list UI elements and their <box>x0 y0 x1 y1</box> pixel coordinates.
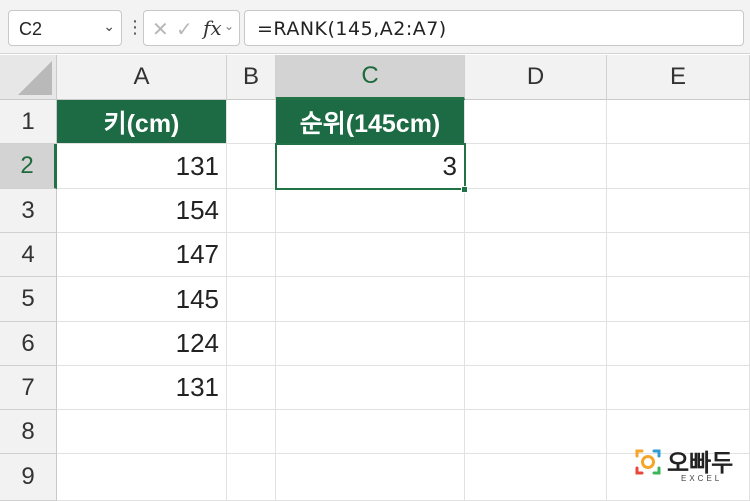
cell-a4[interactable]: 147 <box>57 233 227 277</box>
more-options-icon[interactable]: ⋮ <box>126 15 144 41</box>
cell-e7[interactable] <box>607 366 750 410</box>
row-header-9[interactable]: 9 <box>0 454 57 501</box>
cell-c4[interactable] <box>276 233 465 277</box>
cell-e3[interactable] <box>607 189 750 233</box>
row-header-2[interactable]: 2 <box>0 144 57 189</box>
cell-a1[interactable]: 키(cm) <box>57 100 227 144</box>
row-header-1[interactable]: 1 <box>0 100 57 144</box>
column-header-e[interactable]: E <box>607 55 750 100</box>
cell-b1[interactable] <box>227 100 276 144</box>
cell-b9[interactable] <box>227 454 276 501</box>
column-header-b[interactable]: B <box>227 55 276 100</box>
name-box-value: C2 <box>19 19 43 39</box>
cell-e1[interactable] <box>607 100 750 144</box>
logo-icon <box>635 449 661 475</box>
row-header-5[interactable]: 5 <box>0 277 57 322</box>
column-header-a[interactable]: A <box>57 55 227 100</box>
enter-check-icon[interactable]: ✓ <box>176 17 193 41</box>
cell-c9[interactable] <box>276 454 465 501</box>
column-header-c[interactable]: C <box>276 55 465 100</box>
cell-e6[interactable] <box>607 322 750 366</box>
cell-d8[interactable] <box>465 410 607 454</box>
name-box[interactable]: C2 ⌄ <box>8 10 122 46</box>
row-header-4[interactable]: 4 <box>0 233 57 277</box>
formula-text: =RANK(145,A2:A7) <box>257 18 447 40</box>
row-header-8[interactable]: 8 <box>0 410 57 454</box>
cell-c1[interactable]: 순위(145cm) <box>276 100 465 144</box>
formula-controls: ✕ ✓ fx ⌄ <box>143 10 240 46</box>
cell-a8[interactable] <box>57 410 227 454</box>
cell-b4[interactable] <box>227 233 276 277</box>
cell-a2[interactable]: 131 <box>57 144 227 189</box>
select-all-triangle-icon <box>18 61 52 95</box>
column-header-d[interactable]: D <box>465 55 607 100</box>
spreadsheet-grid: A B C D E 1 2 3 4 5 6 7 8 9 키(cm) 순위(145… <box>0 55 750 501</box>
logo-subtext: EXCEL <box>681 474 723 483</box>
brand-logo: 오빠두 EXCEL <box>633 443 743 493</box>
cell-b5[interactable] <box>227 277 276 322</box>
cell-d7[interactable] <box>465 366 607 410</box>
cell-d3[interactable] <box>465 189 607 233</box>
fill-handle[interactable] <box>461 186 468 193</box>
row-header-3[interactable]: 3 <box>0 189 57 233</box>
logo-text: 오빠두 <box>667 449 734 477</box>
cell-c5[interactable] <box>276 277 465 322</box>
cell-d1[interactable] <box>465 100 607 144</box>
cell-c8[interactable] <box>276 410 465 454</box>
cell-e5[interactable] <box>607 277 750 322</box>
row-header-7[interactable]: 7 <box>0 366 57 410</box>
cell-c6[interactable] <box>276 322 465 366</box>
cell-c7[interactable] <box>276 366 465 410</box>
formula-bar: C2 ⌄ ⋮ ✕ ✓ fx ⌄ =RANK(145,A2:A7) <box>0 0 750 54</box>
cell-b8[interactable] <box>227 410 276 454</box>
cell-d4[interactable] <box>465 233 607 277</box>
insert-function-icon[interactable]: fx <box>203 16 222 40</box>
cell-d2[interactable] <box>465 144 607 189</box>
cell-d5[interactable] <box>465 277 607 322</box>
formula-input[interactable]: =RANK(145,A2:A7) <box>244 10 744 46</box>
cell-b3[interactable] <box>227 189 276 233</box>
select-all-button[interactable] <box>0 55 57 100</box>
cell-d6[interactable] <box>465 322 607 366</box>
cell-a9[interactable] <box>57 454 227 501</box>
cell-b7[interactable] <box>227 366 276 410</box>
cell-a3[interactable]: 154 <box>57 189 227 233</box>
cell-a6[interactable]: 124 <box>57 322 227 366</box>
chevron-down-icon[interactable]: ⌄ <box>103 18 115 35</box>
cell-d9[interactable] <box>465 454 607 501</box>
chevron-down-icon[interactable]: ⌄ <box>224 19 234 33</box>
active-cell-border <box>275 143 466 190</box>
cancel-icon[interactable]: ✕ <box>152 17 169 41</box>
cell-c3[interactable] <box>276 189 465 233</box>
cell-b2[interactable] <box>227 144 276 189</box>
cell-e4[interactable] <box>607 233 750 277</box>
cell-b6[interactable] <box>227 322 276 366</box>
cell-a5[interactable]: 145 <box>57 277 227 322</box>
row-header-6[interactable]: 6 <box>0 322 57 366</box>
cell-e2[interactable] <box>607 144 750 189</box>
cell-a7[interactable]: 131 <box>57 366 227 410</box>
